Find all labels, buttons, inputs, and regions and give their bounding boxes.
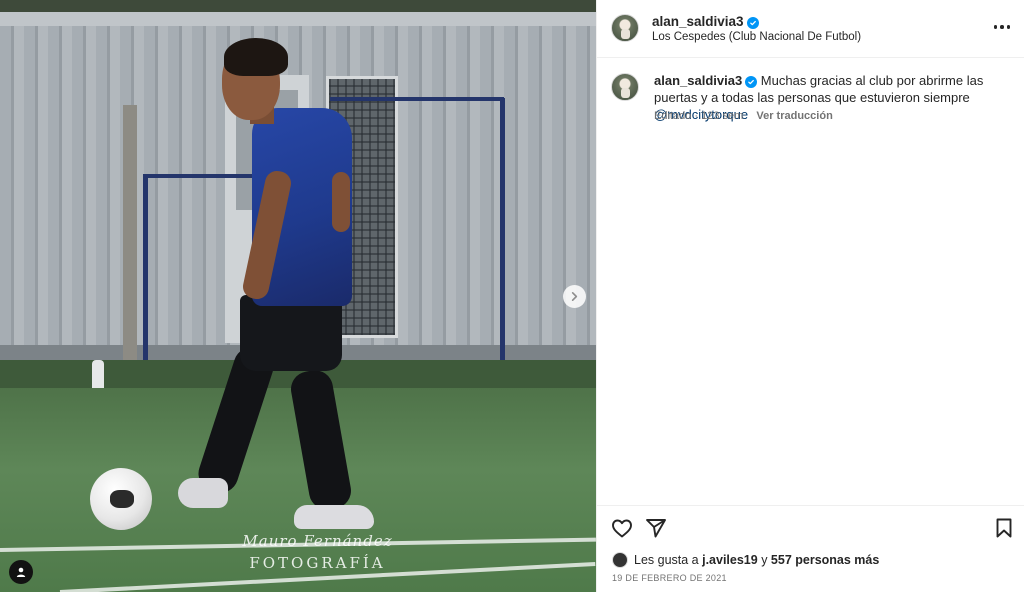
post-photo[interactable]: Mauro Fernández FOTOGRAFÍA <box>0 0 596 592</box>
photo-goal-crossbar <box>330 97 504 101</box>
liker-username[interactable]: j.aviles19 <box>702 553 758 567</box>
liker-avatar[interactable] <box>612 552 628 568</box>
chevron-right-icon <box>571 292 578 301</box>
more-options-icon <box>993 25 998 29</box>
see-translation-link[interactable]: Ver traducción <box>756 110 832 122</box>
save-button[interactable] <box>992 516 1016 540</box>
caption-avatar[interactable] <box>611 73 639 101</box>
post-date[interactable]: 19 DE FEBRERO DE 2021 <box>612 573 727 583</box>
photo-goal-crossbar <box>143 174 255 178</box>
post-sidebar: alan_saldivia3 Los Cespedes (Club Nacion… <box>596 0 1024 592</box>
likes-prefix: Les gusta a <box>634 553 703 567</box>
verified-badge-icon <box>746 17 759 29</box>
player-left-boot <box>178 478 228 508</box>
caption-edited-label: Editado <box>654 110 692 122</box>
more-options-dot <box>1006 25 1011 29</box>
player-right-boot <box>294 505 374 529</box>
photo-watermark: Mauro Fernández FOTOGRAFÍA <box>205 532 430 572</box>
photo-football <box>90 468 152 530</box>
caption-meta-separator: · <box>694 110 699 122</box>
more-options-dot <box>1000 25 1004 29</box>
author-username[interactable]: alan_saldivia3 <box>652 14 744 29</box>
verified-badge-icon <box>745 76 758 88</box>
photo-container-top <box>0 12 596 26</box>
post-location[interactable]: Los Cespedes (Club Nacional De Futbol) <box>652 31 861 43</box>
more-options-button[interactable] <box>989 16 1015 38</box>
like-button[interactable] <box>610 516 634 540</box>
next-photo-button[interactable] <box>563 285 586 308</box>
post-header: alan_saldivia3 Los Cespedes (Club Nacion… <box>597 0 1024 58</box>
caption-username[interactable]: alan_saldivia3 <box>654 73 742 88</box>
player-hair <box>224 38 288 76</box>
player-right-arm <box>332 172 350 232</box>
photo-goal-post <box>500 98 505 380</box>
player-shorts <box>240 295 342 371</box>
caption-age[interactable]: 123 sem <box>701 110 743 122</box>
watermark-name: Mauro Fernández <box>242 532 393 550</box>
caption-meta: Editado · 123 sem Ver traducción <box>654 110 833 122</box>
heart-icon <box>612 519 632 538</box>
photo-goal-post <box>143 175 148 380</box>
bookmark-icon <box>996 518 1012 538</box>
send-icon <box>646 519 666 538</box>
post-actions-bar <box>597 505 1024 547</box>
author-avatar[interactable] <box>611 14 639 42</box>
likes-conjunction: y <box>757 553 771 567</box>
likes-summary: Les gusta a j.aviles19 y 557 personas má… <box>612 552 879 568</box>
watermark-subtitle: FOTOGRAFÍA <box>249 554 386 572</box>
user-tag-button[interactable] <box>9 560 33 584</box>
share-button[interactable] <box>644 516 668 540</box>
user-tag-icon <box>16 567 26 577</box>
author-username-row: alan_saldivia3 <box>652 13 759 31</box>
likes-others-link[interactable]: 557 personas más <box>771 553 879 567</box>
photo-pole <box>123 105 137 390</box>
